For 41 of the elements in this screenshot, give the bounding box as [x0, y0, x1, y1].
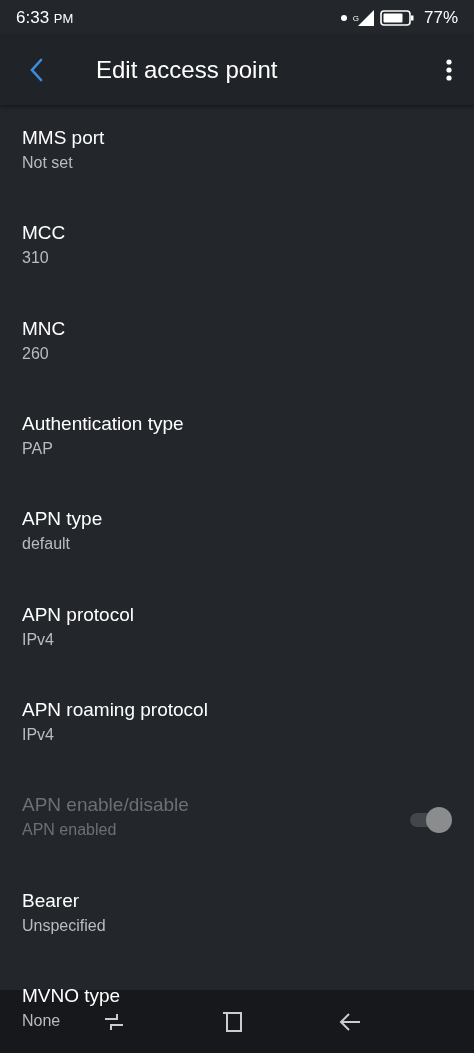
setting-summary: Unspecified — [22, 916, 106, 935]
more-icon[interactable] — [446, 59, 452, 81]
setting-item[interactable]: Bearer Unspecified — [0, 867, 474, 963]
setting-title: Authentication type — [22, 413, 184, 436]
setting-title: MNC — [22, 317, 66, 340]
setting-summary: 310 — [22, 249, 49, 268]
home-icon[interactable] — [222, 1011, 242, 1032]
setting-summary: 260 — [22, 344, 49, 363]
setting-summary: default — [22, 535, 71, 554]
setting-title: MMS port — [22, 127, 105, 150]
setting-title: Bearer — [22, 889, 80, 912]
setting-title: APN roaming protocol — [22, 698, 208, 721]
back-icon[interactable] — [29, 58, 43, 82]
setting-item[interactable]: MMS port Not set — [0, 105, 474, 201]
setting-title: MCC — [22, 222, 66, 245]
notification-dot-icon — [340, 14, 347, 21]
setting-summary: IPv4 — [22, 630, 54, 649]
status-time: 6:33 PM — [16, 7, 74, 28]
setting-summary: IPv4 — [22, 725, 54, 744]
setting-summary: None — [22, 1011, 61, 1030]
setting-summary: PAP — [22, 440, 53, 459]
setting-item[interactable]: MVNO type None — [0, 962, 474, 1053]
setting-item[interactable]: MCC 310 — [0, 200, 474, 296]
setting-item[interactable]: Authentication type PAP — [0, 390, 474, 487]
setting-title: APN protocol — [22, 603, 134, 626]
setting-item[interactable]: APN protocol IPv4 — [0, 581, 474, 677]
recents-icon[interactable] — [104, 1012, 124, 1031]
setting-item[interactable]: MNC 260 — [0, 295, 474, 391]
setting-item[interactable]: APN roaming protocol IPv4 — [0, 676, 474, 773]
page-title: Edit access point — [96, 56, 279, 84]
setting-title: APN enable/disable — [22, 794, 189, 817]
battery-icon — [379, 9, 414, 26]
setting-summary: APN enabled — [22, 821, 117, 840]
setting-item[interactable]: APN type default — [0, 486, 474, 582]
setting-title: APN type — [22, 508, 103, 531]
signal-icon — [357, 9, 374, 26]
setting-title: MVNO type — [22, 984, 121, 1007]
setting-summary: Not set — [22, 154, 73, 173]
battery-percent: 77% — [423, 7, 458, 28]
back-arrow-icon[interactable] — [339, 1012, 361, 1031]
network-type-label: G — [352, 13, 359, 23]
